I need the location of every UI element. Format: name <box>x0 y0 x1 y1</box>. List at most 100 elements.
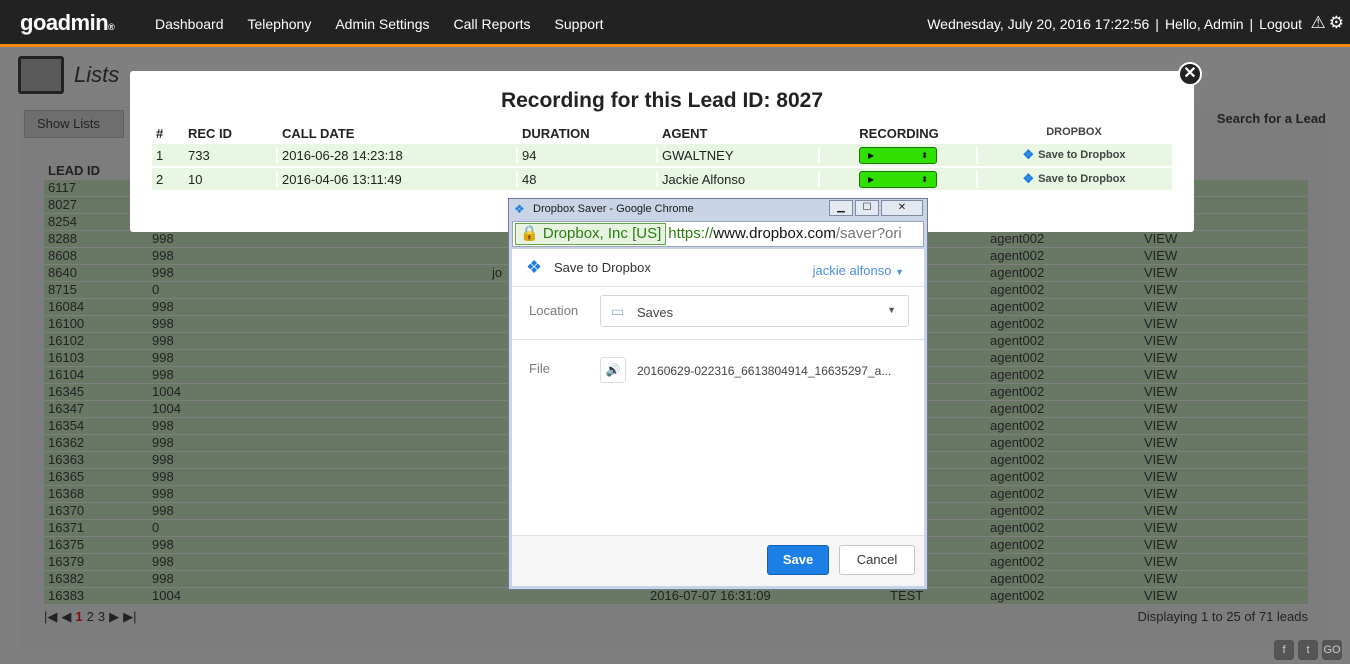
modal-close-button[interactable]: ✕ <box>1178 62 1202 86</box>
nav-telephony[interactable]: Telephony <box>248 16 312 32</box>
view-link[interactable]: VIEW <box>1144 571 1304 587</box>
view-link[interactable]: VIEW <box>1144 333 1304 349</box>
lead-id-cell: 16368 <box>48 486 85 501</box>
audio-file-icon: 🔊 <box>600 357 626 383</box>
list-cell: 998 <box>152 367 174 382</box>
lead-id-cell: 16382 <box>48 571 85 586</box>
list-cell: 998 <box>152 350 174 365</box>
agent-cell: agent002 <box>990 571 1045 586</box>
table-row[interactable]: 16383 1004 2016-07-07 16:31:09 TEST agent002… <box>44 588 1308 605</box>
view-link[interactable]: VIEW <box>1144 469 1304 485</box>
lead-id-cell: 16347 <box>48 401 85 416</box>
chevron-down-icon: ▼ <box>887 305 896 315</box>
list-cell: 998 <box>152 231 174 246</box>
recording-row: 2 10 2016-04-06 13:11:49 48 Jackie Alfonso ▶ ⬍… <box>152 168 1172 192</box>
user-name: jackie alfonso <box>812 263 892 278</box>
cancel-button[interactable]: Cancel <box>839 545 915 575</box>
audio-player[interactable]: ▶ ⬍ <box>859 146 937 164</box>
lead-id-cell: 16104 <box>48 367 85 382</box>
agent-cell: agent002 <box>990 248 1045 263</box>
window-controls: ▁ ☐ ✕ <box>829 200 923 216</box>
view-link[interactable]: VIEW <box>1144 299 1304 315</box>
view-link[interactable]: VIEW <box>1144 316 1304 332</box>
nav-support[interactable]: Support <box>555 16 604 32</box>
view-link[interactable]: VIEW <box>1144 503 1304 519</box>
first-page-button[interactable]: |◀ <box>44 609 57 625</box>
ev-certificate-badge[interactable]: 🔒 Dropbox, Inc [US] <box>515 223 667 245</box>
view-link[interactable]: VIEW <box>1144 435 1304 451</box>
list-cell: 998 <box>152 469 174 484</box>
view-link[interactable]: VIEW <box>1144 265 1304 281</box>
top-nav-bar: goadmin® Dashboard Telephony Admin Setti… <box>0 0 1350 47</box>
page-1-link[interactable]: 1 <box>75 609 82 625</box>
goautodial-icon[interactable]: GO <box>1322 640 1342 660</box>
view-link[interactable]: VIEW <box>1144 367 1304 383</box>
list-cell: 1004 <box>152 401 181 416</box>
view-link[interactable]: VIEW <box>1144 486 1304 502</box>
agent-cell: agent002 <box>990 537 1045 552</box>
audio-player[interactable]: ▶ ⬍ <box>859 170 937 188</box>
save-button[interactable]: Save <box>767 545 829 575</box>
play-icon[interactable]: ▶ <box>868 151 874 160</box>
modal-title: Recording for this Lead ID: 8027 <box>500 89 824 112</box>
maximize-icon[interactable]: ☐ <box>855 200 879 216</box>
view-link[interactable]: VIEW <box>1144 401 1304 417</box>
lead-id-cell: 16354 <box>48 418 85 433</box>
gear-icon[interactable]: ⚙ <box>1329 13 1344 33</box>
logo-text: goadmin <box>20 10 109 35</box>
twitter-icon[interactable]: t <box>1298 640 1318 660</box>
prev-page-button[interactable]: ◀ <box>61 609 71 625</box>
lead-id-cell: 16365 <box>48 469 85 484</box>
view-link[interactable]: VIEW <box>1144 520 1304 536</box>
logout-link[interactable]: Logout <box>1259 16 1302 32</box>
lead-id-cell: 16375 <box>48 537 85 552</box>
page-header: Lists <box>18 56 119 94</box>
volume-icon[interactable]: ⬍ <box>921 151 928 160</box>
view-link[interactable]: VIEW <box>1144 452 1304 468</box>
next-page-button[interactable]: ▶ <box>109 609 119 625</box>
agent-cell: agent002 <box>990 452 1045 467</box>
view-link[interactable]: VIEW <box>1144 588 1304 604</box>
show-lists-tab[interactable]: Show Lists <box>24 110 124 138</box>
agent-cell: agent002 <box>990 231 1045 246</box>
play-icon[interactable]: ▶ <box>868 175 874 184</box>
view-link[interactable]: VIEW <box>1144 418 1304 434</box>
view-link[interactable]: VIEW <box>1144 248 1304 264</box>
view-link[interactable]: VIEW <box>1144 282 1304 298</box>
search-lead-tab[interactable]: Search for a Lead <box>1217 106 1326 132</box>
view-link[interactable]: VIEW <box>1144 350 1304 366</box>
warning-icon[interactable]: ⚠ <box>1311 13 1326 33</box>
minimize-icon[interactable]: ▁ <box>829 200 853 216</box>
list-cell: 998 <box>152 435 174 450</box>
file-label: File <box>529 361 550 376</box>
window-close-icon[interactable]: ✕ <box>881 200 923 216</box>
volume-icon[interactable]: ⬍ <box>921 175 928 184</box>
user-menu[interactable]: jackie alfonso ▼ <box>813 263 904 278</box>
folder-icon: ▭ <box>611 303 625 319</box>
view-link[interactable]: VIEW <box>1144 231 1304 247</box>
save-to-dropbox-button[interactable]: ❖ Save to Dropbox <box>978 171 1170 187</box>
separator: | <box>1155 16 1159 32</box>
view-link[interactable]: VIEW <box>1144 537 1304 553</box>
view-link[interactable]: VIEW <box>1144 384 1304 400</box>
location-select[interactable]: ▭ Saves ▼ <box>600 295 909 327</box>
address-bar[interactable]: 🔒 Dropbox, Inc [US] https://www.dropbox.c… <box>512 221 924 247</box>
agent-cell: agent002 <box>990 350 1045 365</box>
lead-id-cell: 8640 <box>48 265 77 280</box>
save-to-dropbox-label: Save to Dropbox <box>1038 149 1126 161</box>
last-page-button[interactable]: ▶| <box>123 609 136 625</box>
page-3-link[interactable]: 3 <box>98 609 105 625</box>
divider <box>512 339 924 340</box>
page-2-link[interactable]: 2 <box>87 609 94 625</box>
goadmin-logo[interactable]: goadmin® <box>20 10 115 36</box>
nav-dashboard[interactable]: Dashboard <box>155 16 224 32</box>
save-to-dropbox-button[interactable]: ❖ Save to Dropbox <box>978 147 1170 163</box>
nav-admin-settings[interactable]: Admin Settings <box>335 16 429 32</box>
main-nav: Dashboard Telephony Admin Settings Call … <box>143 0 616 47</box>
status-cell: TEST <box>890 588 924 603</box>
recording-cell: ▶ ⬍ <box>820 146 978 164</box>
facebook-icon[interactable]: f <box>1274 640 1294 660</box>
nav-call-reports[interactable]: Call Reports <box>454 16 531 32</box>
view-link[interactable]: VIEW <box>1144 554 1304 570</box>
recording-table-body: 1 733 2016-06-28 14:23:18 94 GWALTNEY ▶ ⬍ ❖ Save… <box>152 144 1172 192</box>
